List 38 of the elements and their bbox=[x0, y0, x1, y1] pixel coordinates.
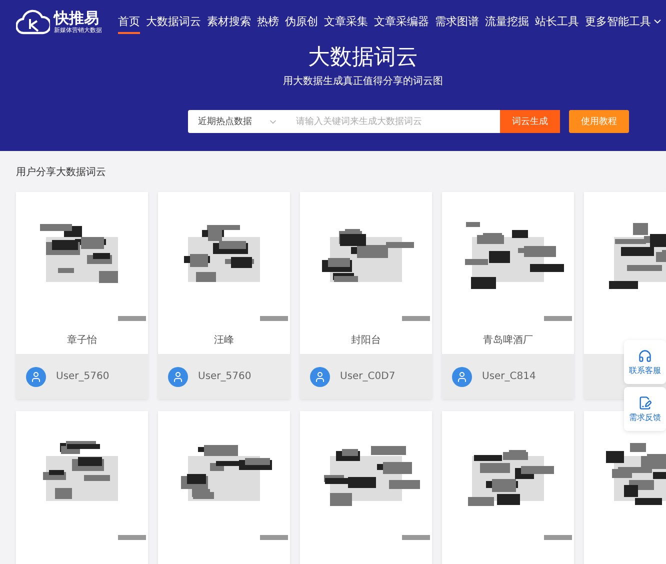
word-cloud-card[interactable]: 青岛啤酒厂 User_C814 bbox=[442, 192, 574, 399]
avatar-icon bbox=[26, 366, 46, 386]
nav-link[interactable]: 需求图谱 bbox=[435, 10, 479, 34]
cloud-logo-icon bbox=[16, 9, 50, 35]
card-title: 章子怡 bbox=[67, 334, 97, 347]
floating-help-menu[interactable]: 联系客服 bbox=[624, 340, 666, 384]
nav-link[interactable]: 伪原创 bbox=[285, 10, 318, 34]
section-title: 用户分享大数据词云 bbox=[16, 166, 107, 179]
keyword-input[interactable]: 请输入关键词来生成大数据词云 bbox=[288, 110, 500, 133]
user-name: User_5760 bbox=[56, 371, 110, 382]
floating-help-menu[interactable]: 需求反馈 bbox=[624, 387, 666, 431]
card-title: 青岛啤酒厂 bbox=[483, 334, 533, 347]
page-subtitle: 用大数据生成真正值得分享的词云图 bbox=[283, 74, 443, 88]
nav-link[interactable]: 文章采编器 bbox=[374, 10, 429, 34]
card-title: 封阳台 bbox=[351, 334, 381, 347]
headset-icon bbox=[638, 348, 652, 362]
avatar-icon bbox=[168, 366, 188, 386]
category-select[interactable]: 近期热点数据 bbox=[188, 110, 288, 133]
word-cloud-card[interactable]: 汪峰 User_5760 bbox=[158, 192, 290, 399]
nav-link[interactable]: 大数据词云 bbox=[146, 10, 201, 34]
word-cloud-card[interactable]: 章子怡 User_5760 bbox=[16, 192, 148, 399]
word-cloud-card[interactable]: 封阳台 User_C0D7 bbox=[300, 192, 432, 399]
nav-link[interactable]: 热榜 bbox=[257, 10, 279, 34]
edit-document-icon bbox=[638, 396, 652, 410]
avatar-icon bbox=[452, 366, 472, 386]
page-title: 大数据词云 bbox=[308, 44, 418, 72]
logo-name: 快推易 bbox=[54, 10, 100, 26]
nav-link[interactable]: 文章采集 bbox=[324, 10, 368, 34]
nav-link[interactable]: 素材搜索 bbox=[207, 10, 251, 34]
avatar-icon bbox=[310, 366, 330, 386]
nav-link[interactable]: 站长工具 bbox=[535, 10, 579, 34]
nav-link[interactable]: 首页 bbox=[118, 10, 140, 34]
nav-link[interactable]: 流量挖掘 bbox=[485, 10, 529, 34]
user-name: User_5760 bbox=[198, 371, 252, 382]
more-tools-menu[interactable]: 更多智能工具 bbox=[585, 14, 663, 30]
user-name: User_C0D7 bbox=[340, 371, 396, 382]
user-name: User_C814 bbox=[482, 371, 536, 382]
card-title: 汪峰 bbox=[214, 334, 234, 347]
